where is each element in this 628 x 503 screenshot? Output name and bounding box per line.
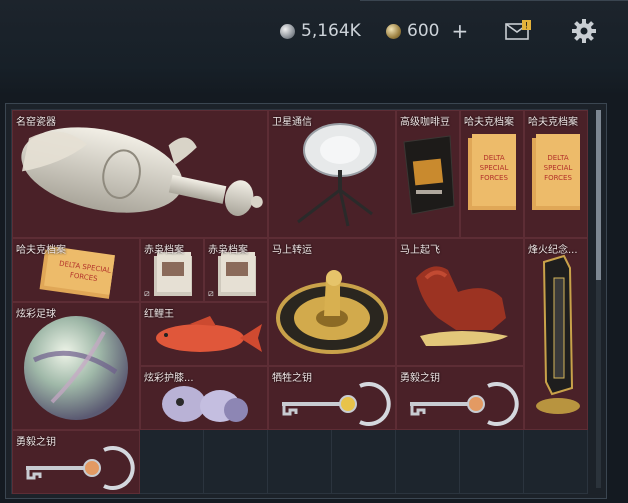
item-name: 哈夫克档案 (464, 117, 514, 128)
item-haavk-file[interactable]: 哈夫克档案 DELTA SPECIAL FORCES (12, 238, 140, 302)
item-haavk-file[interactable]: 哈夫克档案 DELTA SPECIAL FORCES (524, 110, 588, 238)
golden-wheel-icon (276, 270, 388, 354)
gold-amount: 600 (407, 21, 440, 41)
item-porcelain-vase[interactable]: 名窑瓷器 (12, 110, 268, 238)
folder-icon: DELTA SPECIAL FORCES (468, 134, 516, 210)
empty-grid-cell[interactable] (459, 429, 524, 494)
empty-grid-cell[interactable] (331, 429, 396, 494)
svg-text:DELTA: DELTA (547, 154, 568, 162)
top-bar (0, 0, 628, 95)
empty-grid-cell[interactable] (139, 429, 204, 494)
item-name: 红鲤王 (144, 309, 174, 320)
item-name: 炫彩护膝... (144, 373, 194, 384)
item-name: 炫彩足球 (16, 309, 56, 320)
svg-text:SPECIAL: SPECIAL (544, 164, 573, 172)
item-red-owl-file[interactable]: 赤枭档案 ⧄ (140, 238, 204, 302)
item-name: 勇毅之钥 (16, 437, 56, 448)
scrollbar-thumb[interactable] (596, 110, 601, 280)
coffee-bag-icon (403, 135, 455, 215)
item-wheel-of-fortune[interactable]: 马上转运 (268, 238, 396, 366)
top-divider (360, 0, 628, 1)
gold-currency[interactable]: 600 + (386, 19, 468, 43)
item-flying-horse[interactable]: 马上起飞 (396, 238, 524, 366)
folder-icon: DELTA SPECIAL FORCES (532, 134, 580, 210)
svg-text:FORCES: FORCES (480, 174, 508, 182)
item-name: 赤枭档案 (144, 245, 184, 256)
item-haavk-file[interactable]: 哈夫克档案 DELTA SPECIAL FORCES (460, 110, 524, 238)
silver-amount: 5,164K (301, 21, 361, 41)
item-name: 哈夫克档案 (528, 117, 578, 128)
add-currency-button[interactable]: + (451, 19, 468, 43)
golden-pillar-icon (536, 254, 580, 414)
item-coffee-beans[interactable]: 高级咖啡豆 (396, 110, 460, 238)
porcelain-vase-icon (21, 127, 263, 216)
inventory-grid: 名窑瓷器 卫星通信 高级咖啡豆 哈夫克档案 DELTA SPECIAL FORC… (11, 109, 588, 494)
item-name: 哈夫克档案 (16, 245, 66, 256)
item-name: 烽火纪念... (528, 245, 578, 256)
mail-icon[interactable]: ! (505, 20, 531, 40)
item-name: 马上起飞 (400, 245, 440, 256)
silver-coin-icon (280, 23, 295, 39)
empty-grid-cell[interactable] (267, 429, 332, 494)
empty-grid-cell[interactable] (203, 429, 268, 494)
red-horse-icon (416, 266, 508, 346)
silver-currency: 5,164K (280, 20, 361, 42)
item-name: 马上转运 (272, 245, 312, 256)
item-name: 高级咖啡豆 (400, 117, 450, 128)
gold-coin-icon (386, 23, 401, 39)
satellite-dish-icon (297, 123, 377, 227)
empty-grid-cell[interactable] (395, 429, 460, 494)
item-name: 勇毅之钥 (400, 373, 440, 384)
item-beacon-memorial[interactable]: 烽火纪念... (524, 238, 588, 430)
item-courage-key[interactable]: 勇毅之钥 (396, 366, 524, 430)
item-colorful-figure[interactable]: 炫彩护膝... (140, 366, 268, 430)
item-name: 名窑瓷器 (16, 117, 56, 128)
bound-icon: ⧄ (144, 289, 150, 299)
item-red-carp[interactable]: 红鲤王 (140, 302, 268, 366)
item-satellite-comm[interactable]: 卫星通信 (268, 110, 396, 238)
bound-icon: ⧄ (208, 289, 214, 299)
item-name: 卫星通信 (272, 117, 312, 128)
item-red-owl-file[interactable]: 赤枭档案 ⧄ (204, 238, 268, 302)
svg-text:SPECIAL: SPECIAL (480, 164, 509, 172)
item-courage-key[interactable]: 勇毅之钥 (12, 430, 140, 494)
svg-text:FORCES: FORCES (544, 174, 572, 182)
iridescent-ball-icon (24, 316, 128, 420)
item-name: 赤枭档案 (208, 245, 248, 256)
empty-grid-cell[interactable] (523, 429, 588, 494)
item-sacrifice-key[interactable]: 牺牲之钥 (268, 366, 396, 430)
gear-icon[interactable] (571, 18, 597, 44)
svg-text:DELTA: DELTA (483, 154, 504, 162)
item-name: 牺牲之钥 (272, 373, 312, 384)
item-iridescent-ball[interactable]: 炫彩足球 (12, 302, 140, 430)
mail-badge: ! (525, 22, 529, 32)
scrollbar[interactable] (596, 110, 601, 488)
